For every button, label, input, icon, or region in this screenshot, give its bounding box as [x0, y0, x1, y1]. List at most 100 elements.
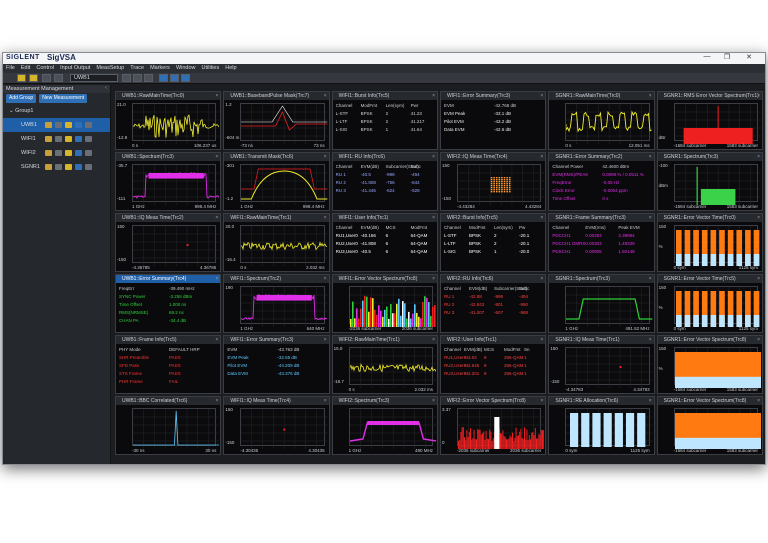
run-icon[interactable] [65, 122, 72, 128]
plot-area[interactable] [132, 408, 220, 449]
trace-icon[interactable] [75, 122, 82, 128]
close-icon[interactable]: × [432, 153, 435, 161]
close-icon[interactable]: × [757, 336, 760, 344]
pane-header[interactable]: WIFI1::Error Vector Spectrum(Trc8) × [332, 275, 437, 283]
close-icon[interactable]: × [432, 92, 435, 100]
trace-pane[interactable]: WIFI1::RU Info(Trc6) × Channel EVM(dB) Subca… [331, 152, 438, 211]
trace-pane[interactable]: UWB1::Transmit Mask(Trc6) × -301 -1.2 1 GHz 9… [223, 152, 330, 211]
trace-pane[interactable]: WIFI2::RawMainTime(Trc1) × 15.0 -18.7 0 s 2.0… [331, 335, 438, 394]
pane-header[interactable]: UWB1::Transmit Mask(Trc6) × [224, 153, 329, 161]
close-icon[interactable]: × [540, 336, 543, 344]
peak-search-icon[interactable] [170, 74, 179, 82]
close-icon[interactable]: × [432, 397, 435, 405]
close-icon[interactable]: × [215, 92, 218, 100]
trace-pane[interactable]: SGNR1::Error Vector Time(Trc5) × 150% 0 sym… [656, 274, 763, 333]
pane-header[interactable]: WIFI1::Error Summary(Trc3) × [224, 336, 329, 344]
plot-area[interactable] [240, 408, 328, 449]
run-icon[interactable] [17, 74, 26, 82]
more-icon[interactable] [85, 122, 92, 128]
run-icon[interactable] [65, 150, 72, 156]
close-icon[interactable]: × [324, 153, 327, 161]
trace-icon[interactable] [75, 164, 82, 170]
plot-area[interactable] [240, 103, 328, 144]
close-icon[interactable]: × [324, 214, 327, 222]
plot-area[interactable] [240, 286, 328, 327]
close-icon[interactable]: × [649, 275, 652, 283]
plot-area[interactable] [132, 164, 220, 205]
trace-pane[interactable]: WIFI2::Burst Info(Trc5) × Channel ModFmt Len… [440, 213, 547, 272]
close-icon[interactable]: × [649, 397, 652, 405]
plot-area[interactable] [673, 103, 761, 144]
plot-area[interactable] [673, 347, 761, 388]
close-icon[interactable]: × [757, 214, 760, 222]
more-icon[interactable] [85, 150, 92, 156]
pane-header[interactable]: SGNR1::Error Vector Time(Trc5) × [657, 275, 762, 283]
trace-pane[interactable]: SGNR1::RE Allocation(Trc6) × 0 sym 1125 sym [548, 396, 655, 455]
settings-icon[interactable] [55, 150, 62, 156]
pane-header[interactable]: SGNR1::IQ Meas Time(Trc1) × [549, 336, 654, 344]
tree-group[interactable]: ⌄ Group1 [3, 104, 110, 118]
measurement-select[interactable]: UWB1 [70, 74, 118, 82]
menu-help[interactable]: Help [222, 64, 239, 71]
close-button[interactable]: ✕ [741, 53, 757, 61]
tree-item-uwb1[interactable]: UWB1 [3, 118, 110, 132]
plot-area[interactable] [565, 347, 653, 388]
run-icon[interactable] [65, 164, 72, 170]
folder-icon[interactable] [45, 164, 52, 170]
plot-area[interactable] [348, 408, 436, 449]
plot-area[interactable] [673, 164, 761, 205]
pane-header[interactable]: WIFI2::Burst Info(Trc5) × [441, 214, 546, 222]
pane-header[interactable]: WIFI1::RU Info(Trc6) × [332, 153, 437, 161]
trace-pane[interactable]: SGNR1::RMS Error Vector Spectrum(Trc1) × d… [656, 91, 763, 150]
zoom-icon[interactable] [181, 74, 190, 82]
trace-pane[interactable]: SGNR1::IQ Meas Time(Trc1) × 150 -150 -4.3478… [548, 335, 655, 394]
pane-header[interactable]: UWB1::RawMainTime(Trc0) × [116, 92, 221, 100]
close-icon[interactable]: × [324, 336, 327, 344]
close-icon[interactable]: × [215, 153, 218, 161]
menu-window[interactable]: Window [173, 64, 199, 71]
tree-item-wifi1[interactable]: WIFI1 [3, 132, 110, 146]
plot-area[interactable] [348, 347, 436, 388]
run-icon[interactable] [65, 136, 72, 142]
plot-area[interactable] [565, 286, 653, 327]
trace-pane[interactable]: UWB1::Error Summary(Trc4) × FreqErr -39.490… [115, 274, 222, 333]
menu-control[interactable]: Control [33, 64, 57, 71]
trace-pane[interactable]: SGNR1::Frame Summary(Trc3) × Channel EVM(rm… [548, 213, 655, 272]
pane-header[interactable]: SGNR1::Error Vector Time(Trc0) × [657, 214, 762, 222]
close-icon[interactable]: × [757, 92, 760, 100]
plot-area[interactable] [673, 286, 761, 327]
pane-header[interactable]: WIFI2::Spectrum(Trc3) × [332, 397, 437, 405]
trace-pane[interactable]: SGNR1::Error Vector Spectrum(Trc8) × -1584… [656, 396, 763, 455]
new-measurement-button[interactable]: New Measurement [39, 94, 88, 103]
trace-pane[interactable]: UWB1::IQ Meas Time(Trc2) × 150 -150 -4.36785… [115, 213, 222, 272]
plot-area[interactable] [240, 225, 328, 266]
trace-pane[interactable]: SGNR1::Error Vector Spectrum(Trc8) × 150% -… [656, 335, 763, 394]
close-icon[interactable]: × [649, 214, 652, 222]
close-icon[interactable]: × [540, 397, 543, 405]
tree-item-wifi2[interactable]: WIFI2 [3, 146, 110, 160]
add-group-button[interactable]: Add Group [6, 94, 37, 103]
restart-icon[interactable] [54, 74, 63, 82]
trace-pane[interactable]: UWB1::Frame Info(Trc5) × PHY Mode DEFAULT H… [115, 335, 222, 394]
close-icon[interactable]: × [432, 214, 435, 222]
menu-input-output[interactable]: Input Output [57, 64, 93, 71]
pane-header[interactable]: WIFI1::IQ Meas Time(Trc4) × [224, 397, 329, 405]
plot-area[interactable] [348, 286, 436, 327]
pane-header[interactable]: UWB1::Spectrum(Trc3) × [116, 153, 221, 161]
pane-header[interactable]: SGNR1::RawMainTime(Trc0) × [549, 92, 654, 100]
menu-file[interactable]: File [3, 64, 18, 71]
close-icon[interactable]: × [757, 153, 760, 161]
trace-pane[interactable]: UWB1::BasebandPulse Mask(Trc7) × 1.2 -604 m… [223, 91, 330, 150]
pane-header[interactable]: SGNR1::Frame Summary(Trc3) × [549, 214, 654, 222]
more-icon[interactable] [85, 164, 92, 170]
pane-header[interactable]: WIFI2::RU Info(Trc6) × [441, 275, 546, 283]
trace-icon[interactable] [75, 150, 82, 156]
close-icon[interactable]: × [432, 336, 435, 344]
pause-icon[interactable] [29, 74, 38, 82]
layout-1-icon[interactable] [122, 74, 131, 82]
close-icon[interactable]: × [215, 397, 218, 405]
settings-icon[interactable] [55, 136, 62, 142]
close-icon[interactable]: × [215, 275, 218, 283]
close-icon[interactable]: × [649, 92, 652, 100]
close-icon[interactable]: × [649, 153, 652, 161]
